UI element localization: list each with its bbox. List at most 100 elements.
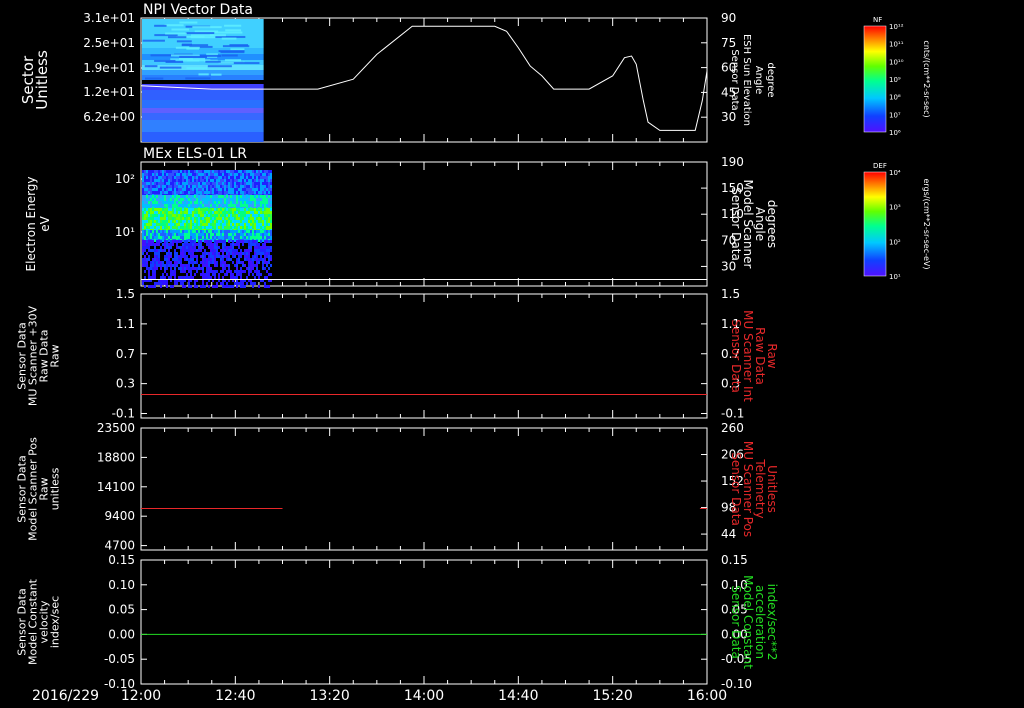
spectrogram-cell	[194, 226, 196, 229]
spectrogram-cell	[254, 249, 256, 252]
spectrogram-cell	[148, 217, 150, 220]
spectrogram-cell	[208, 179, 210, 182]
spectrogram-cell	[162, 204, 164, 207]
spectrogram-cell	[226, 233, 228, 236]
spectrogram-cell	[172, 223, 174, 226]
spectrogram-cell	[224, 255, 226, 258]
spectrogram-cell	[172, 243, 174, 246]
spectrogram-row	[142, 100, 264, 108]
spectrogram-cell	[174, 276, 176, 279]
spectrogram-cell	[194, 176, 196, 179]
spectrogram-cell	[268, 223, 270, 226]
spectrogram-cell	[212, 195, 214, 198]
spectrogram-cell	[234, 223, 236, 226]
spectrogram-cell	[210, 182, 212, 185]
spectrogram-cell	[254, 264, 256, 267]
spectrogram-cell	[182, 214, 184, 217]
spectrogram-cell	[160, 208, 162, 211]
spectrogram-cell	[250, 208, 252, 211]
spectrogram-cell	[242, 204, 244, 207]
spectrogram-cell	[234, 220, 236, 223]
spectrogram-cell	[202, 198, 204, 201]
spectrogram-cell	[236, 173, 238, 176]
spectrogram-cell	[256, 195, 258, 198]
spectrogram-cell	[254, 185, 256, 188]
spectrogram-cell	[232, 240, 234, 243]
spectrogram-cell	[252, 243, 254, 246]
spectrogram-cell	[168, 255, 170, 258]
spectrogram-cell	[196, 208, 198, 211]
spectrogram-cell	[254, 246, 256, 249]
spectrogram-cell	[266, 185, 268, 188]
spectrogram-cell	[262, 195, 264, 198]
spectrogram-cell	[148, 208, 150, 211]
spectrogram-cell	[164, 176, 166, 179]
spectrogram-cell	[236, 264, 238, 267]
spectrogram-cell	[162, 170, 164, 173]
spectrogram-cell	[220, 226, 222, 229]
spectrogram-cell	[154, 236, 156, 239]
spectrogram-cell	[224, 195, 226, 198]
spectrogram-cell	[228, 195, 230, 198]
spectrogram-cell	[264, 246, 266, 249]
spectrogram-cell	[224, 198, 226, 201]
spectrogram-cell	[168, 236, 170, 239]
spectrogram-cell	[230, 188, 232, 191]
spectrogram-cell	[152, 258, 154, 261]
spectrogram-cell	[142, 170, 144, 173]
spectrogram-texture	[179, 21, 198, 24]
spectrogram-cell	[262, 236, 264, 239]
spectrogram-cell	[218, 173, 220, 176]
spectrogram-cell	[258, 204, 260, 207]
spectrogram-cell	[154, 239, 156, 242]
spectrogram-texture	[190, 36, 216, 39]
spectrogram-cell	[262, 252, 264, 255]
spectrogram-cell	[178, 261, 180, 264]
spectrogram-cell	[268, 285, 270, 288]
spectrogram-cell	[230, 230, 232, 233]
spectrogram-cell	[152, 185, 154, 188]
spectrogram-cell	[162, 173, 164, 176]
spectrogram-cell	[238, 173, 240, 176]
spectrogram-cell	[212, 223, 214, 226]
panel-frame	[140, 427, 708, 551]
spectrogram-cell	[208, 270, 210, 273]
spectrogram-cell	[150, 267, 152, 270]
spectrogram-cell	[256, 182, 258, 185]
spectrogram-texture	[221, 37, 237, 40]
spectrogram-cell	[152, 201, 154, 204]
spectrogram-cell	[146, 214, 148, 217]
spectrogram-cell	[210, 223, 212, 226]
spectrogram-cell	[264, 179, 266, 182]
spectrogram-cell	[230, 173, 232, 176]
y-tick-label: 0.7	[116, 347, 135, 361]
spectrogram-cell	[178, 276, 180, 279]
spectrogram-cell	[148, 230, 150, 233]
spectrogram-cell	[166, 240, 168, 243]
spectrogram-cell	[188, 223, 190, 226]
spectrogram-cell	[256, 246, 258, 249]
y-tick-label: 1.5	[116, 287, 135, 301]
spectrogram-cell	[172, 208, 174, 211]
spectrogram-cell	[236, 273, 238, 276]
spectrogram-cell	[222, 198, 224, 201]
spectrogram-cell	[166, 226, 168, 229]
spectrogram-cell	[254, 233, 256, 236]
spectrogram-cell	[256, 198, 258, 201]
spectrogram-cell	[148, 285, 150, 288]
spectrogram-cell	[152, 267, 154, 270]
spectrogram-cell	[166, 252, 168, 255]
spectrogram-cell	[220, 270, 222, 273]
spectrogram-cell	[220, 195, 222, 198]
spectrogram-cell	[174, 226, 176, 229]
spectrogram-cell	[168, 185, 170, 188]
spectrogram-cell	[220, 240, 222, 243]
spectrogram-texture	[230, 48, 245, 51]
spectrogram-cell	[184, 233, 186, 236]
spectrogram-cell	[206, 182, 208, 185]
spectrogram-cell	[224, 191, 226, 194]
spectrogram-cell	[262, 214, 264, 217]
spectrogram-cell	[228, 285, 230, 288]
spectrogram-cell	[214, 270, 216, 273]
spectrogram-cell	[240, 217, 242, 220]
